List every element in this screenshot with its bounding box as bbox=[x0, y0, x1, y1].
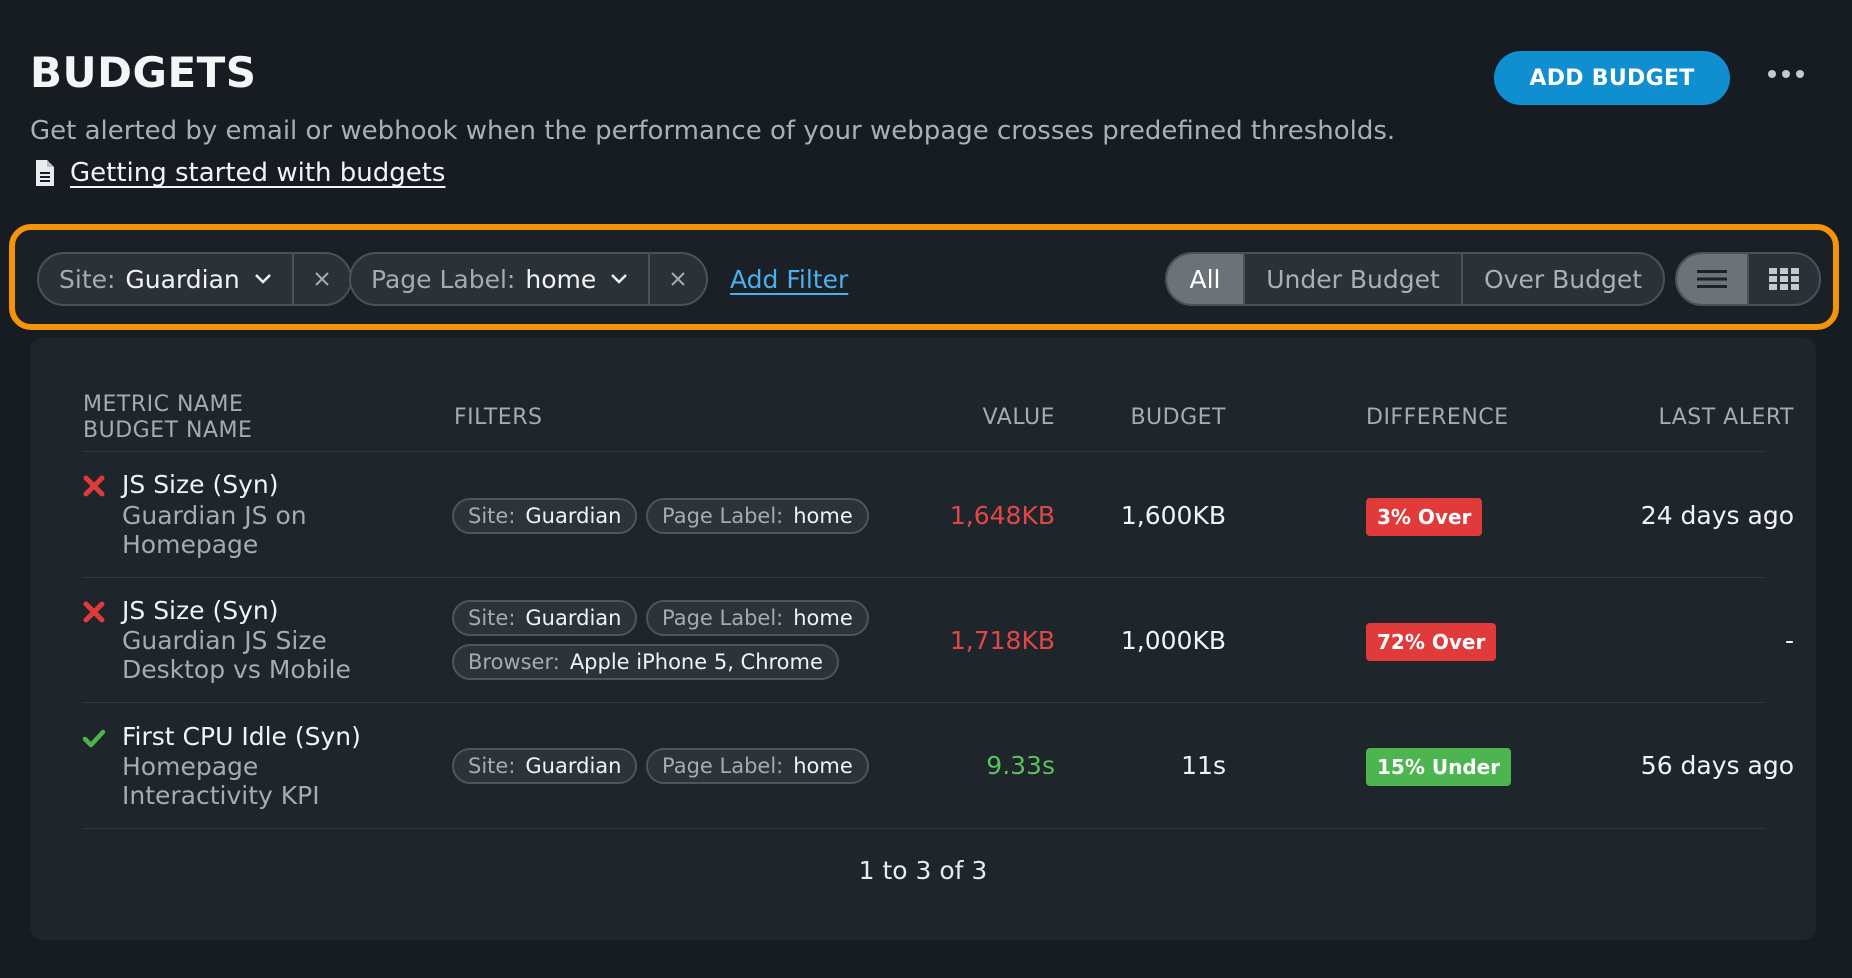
close-icon bbox=[315, 272, 329, 286]
value-cell: 1,718KB bbox=[949, 626, 1055, 655]
tag-key: Site: bbox=[468, 754, 516, 778]
chevron-down-icon bbox=[254, 274, 271, 284]
filter-value: Guardian bbox=[125, 264, 240, 294]
row-divider bbox=[82, 451, 1764, 452]
close-icon bbox=[671, 272, 685, 286]
budget-cell: 1,600KB bbox=[1120, 501, 1226, 530]
page-label-filter-chip[interactable]: Page Label: home bbox=[349, 252, 709, 306]
page-subtitle: Get alerted by email or webhook when the… bbox=[30, 116, 1396, 146]
budgets-table: METRIC NAME BUDGET NAME FILTERS VALUE BU… bbox=[30, 338, 1816, 940]
metric-name[interactable]: JS Size (Syn) bbox=[122, 470, 278, 499]
filter-bar: Site: Guardian Page Label: home Add Filt… bbox=[9, 224, 1839, 330]
cross-icon bbox=[83, 475, 105, 497]
tag-key: Page Label: bbox=[662, 606, 784, 630]
tag-value: Guardian bbox=[525, 606, 622, 630]
list-view-button[interactable] bbox=[1677, 254, 1747, 304]
column-header-metric-name[interactable]: METRIC NAME bbox=[83, 392, 243, 418]
tag-value: Guardian bbox=[525, 754, 622, 778]
tag-key: Site: bbox=[468, 504, 516, 528]
clear-page-label-filter-button[interactable] bbox=[648, 254, 706, 304]
getting-started-link[interactable]: Getting started with budgets bbox=[34, 158, 445, 188]
grid-view-button[interactable] bbox=[1747, 254, 1819, 304]
budget-name: Homepage bbox=[122, 752, 259, 781]
column-header-filters: FILTERS bbox=[454, 405, 543, 430]
cross-icon bbox=[83, 601, 105, 623]
tag-key: Browser: bbox=[468, 650, 560, 674]
segment-over-budget[interactable]: Over Budget bbox=[1461, 254, 1663, 304]
more-icon[interactable] bbox=[1766, 64, 1806, 84]
tag-key: Site: bbox=[468, 606, 516, 630]
view-toggle bbox=[1675, 252, 1821, 306]
segment-all[interactable]: All bbox=[1167, 254, 1243, 304]
tag-value: Guardian bbox=[525, 504, 622, 528]
budget-name: Interactivity KPI bbox=[122, 781, 320, 810]
filter-tag: Site: Guardian bbox=[452, 498, 638, 534]
last-alert-cell: 24 days ago bbox=[1640, 501, 1794, 530]
filter-tag: Page Label: home bbox=[646, 498, 869, 534]
budget-name: Guardian JS Size bbox=[122, 626, 327, 655]
document-icon bbox=[36, 160, 54, 186]
budget-name: Homepage bbox=[122, 530, 259, 559]
filter-tag: Site: Guardian bbox=[452, 600, 638, 636]
filter-tag: Browser: Apple iPhone 5, Chrome bbox=[452, 644, 839, 680]
tag-value: Apple iPhone 5, Chrome bbox=[569, 650, 823, 674]
difference-badge: 72% Over bbox=[1366, 623, 1497, 661]
filter-tag: Page Label: home bbox=[646, 600, 869, 636]
metric-name[interactable]: First CPU Idle (Syn) bbox=[122, 722, 361, 751]
last-alert-cell: 56 days ago bbox=[1640, 751, 1794, 780]
tag-key: Page Label: bbox=[662, 504, 784, 528]
filter-key: Page Label: bbox=[371, 264, 516, 294]
tag-value: home bbox=[793, 504, 853, 528]
metric-name[interactable]: JS Size (Syn) bbox=[122, 596, 278, 625]
value-cell: 1,648KB bbox=[949, 501, 1055, 530]
column-header-budget[interactable]: BUDGET bbox=[1110, 405, 1226, 431]
row-divider bbox=[82, 702, 1764, 703]
row-divider bbox=[82, 828, 1764, 829]
last-alert-cell: - bbox=[1784, 626, 1794, 655]
getting-started-label: Getting started with budgets bbox=[70, 158, 446, 188]
column-header-difference[interactable]: DIFFERENCE bbox=[1366, 405, 1509, 431]
site-filter-dropdown[interactable]: Site: Guardian bbox=[39, 254, 292, 304]
difference-badge: 15% Under bbox=[1366, 748, 1512, 786]
budget-name: Guardian JS on bbox=[122, 501, 307, 530]
grid-view-icon bbox=[1769, 268, 1799, 290]
column-header-last-alert[interactable]: LAST ALERT bbox=[1560, 405, 1794, 431]
add-filter-link[interactable]: Add Filter bbox=[730, 265, 848, 294]
segment-under-budget[interactable]: Under Budget bbox=[1243, 254, 1461, 304]
budget-cell: 1,000KB bbox=[1120, 626, 1226, 655]
pagination-summary: 1 to 3 of 3 bbox=[858, 856, 988, 885]
tag-value: home bbox=[793, 754, 853, 778]
site-filter-chip[interactable]: Site: Guardian bbox=[37, 252, 352, 306]
filter-key: Site: bbox=[59, 264, 116, 294]
row-divider bbox=[82, 577, 1764, 578]
difference-badge: 3% Over bbox=[1366, 498, 1483, 536]
page-title: BUDGETS bbox=[30, 48, 257, 97]
budget-name: Desktop vs Mobile bbox=[122, 655, 351, 684]
filter-value: home bbox=[525, 264, 597, 294]
page-label-filter-dropdown[interactable]: Page Label: home bbox=[351, 254, 648, 304]
budget-status-segmented-control: All Under Budget Over Budget bbox=[1165, 252, 1665, 306]
add-budget-button[interactable]: ADD BUDGET bbox=[1494, 51, 1730, 105]
list-view-icon bbox=[1697, 270, 1727, 288]
chevron-down-icon bbox=[611, 274, 628, 284]
filter-tag: Page Label: home bbox=[646, 748, 869, 784]
check-icon bbox=[82, 729, 106, 748]
filter-tag: Site: Guardian bbox=[452, 748, 638, 784]
value-cell: 9.33s bbox=[986, 751, 1055, 780]
tag-value: home bbox=[793, 606, 853, 630]
budget-cell: 11s bbox=[1181, 751, 1226, 780]
column-header-value[interactable]: VALUE bbox=[960, 405, 1055, 431]
tag-key: Page Label: bbox=[662, 754, 784, 778]
column-header-budget-name[interactable]: BUDGET NAME bbox=[83, 418, 252, 444]
clear-site-filter-button[interactable] bbox=[291, 254, 350, 304]
